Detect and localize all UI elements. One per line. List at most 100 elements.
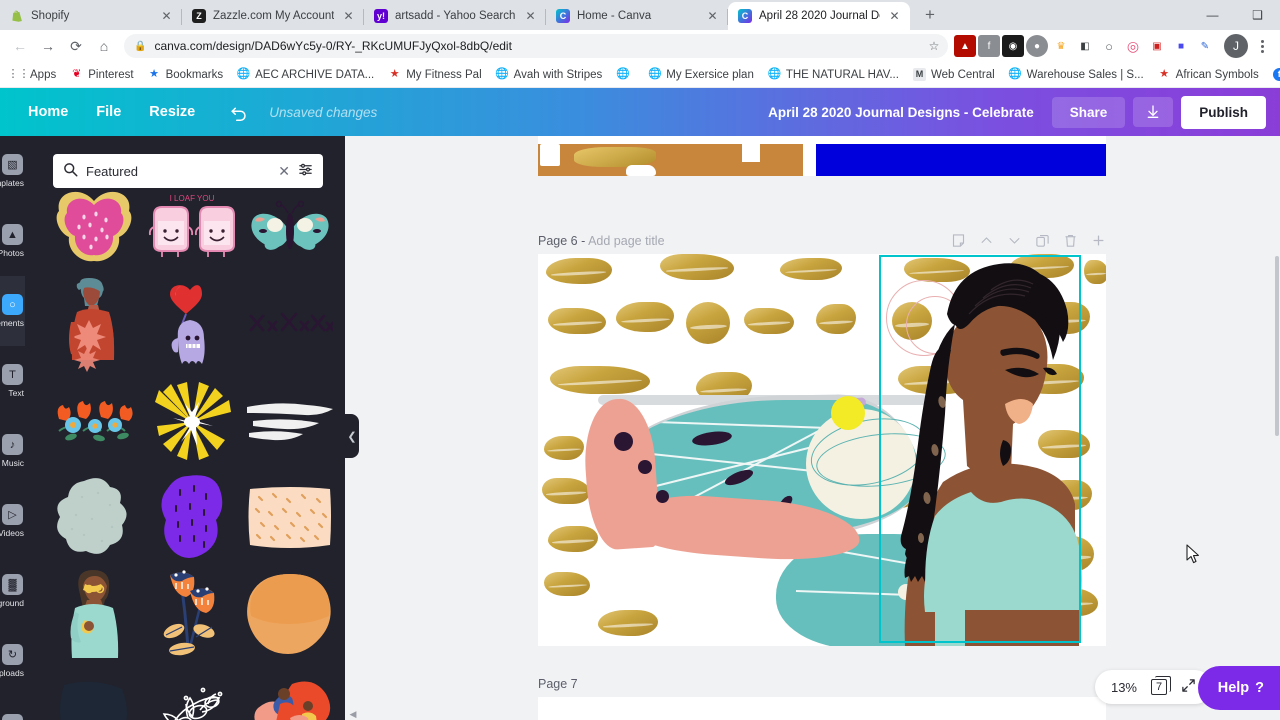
page-6-canvas[interactable] — [538, 254, 1106, 646]
browser-tab-0[interactable]: Shopify ✕ — [0, 2, 182, 30]
element-blue-texture-sticker[interactable] — [46, 662, 142, 720]
bookmark-pinterest[interactable]: ❦ Pinterest — [64, 66, 139, 83]
help-button[interactable]: Help ? — [1197, 666, 1280, 710]
element-gold-heart-sticker[interactable] — [46, 182, 142, 276]
bookmark-warehouse-sales[interactable]: 🌐 Warehouse Sales | S... — [1003, 66, 1150, 83]
canvas-scroll-left-arrow[interactable]: ◀ — [345, 708, 361, 720]
close-tab-icon[interactable]: ✕ — [341, 9, 356, 24]
bookmark-african-symbols[interactable]: ★ African Symbols — [1152, 66, 1265, 83]
honey-extension-icon[interactable]: ♛ — [1050, 35, 1072, 57]
gold-stroke[interactable] — [816, 304, 856, 334]
download-icon[interactable] — [1133, 97, 1174, 127]
move-down-icon[interactable] — [1007, 233, 1022, 250]
duplicate-page-icon[interactable] — [1035, 233, 1050, 250]
maximize-button[interactable]: ❑ — [1235, 0, 1280, 30]
element-woman-floral-dress-sticker[interactable] — [46, 278, 142, 372]
new-tab-button[interactable]: + — [916, 1, 944, 29]
close-tab-icon[interactable]: ✕ — [705, 9, 720, 24]
account-extension-icon[interactable]: ● — [1026, 35, 1048, 57]
canvas-scrollbar[interactable] — [1274, 136, 1280, 720]
element-white-brush-strokes-sticker[interactable] — [242, 374, 338, 468]
gold-stroke[interactable] — [548, 308, 606, 334]
gold-stroke[interactable] — [1084, 260, 1106, 284]
element-teal-moth-sticker[interactable] — [242, 182, 338, 276]
browser-tab-2[interactable]: y! artsadd - Yahoo Search Results ✕ — [364, 2, 546, 30]
home-menu-button[interactable]: Home — [14, 98, 82, 126]
bookmark-unnamed[interactable]: 🌐 — [610, 66, 640, 83]
sidebar-item-photos[interactable]: ▲ Photos — [0, 206, 25, 276]
browser-tab-3[interactable]: C Home - Canva ✕ — [546, 2, 728, 30]
bookmark-the-natural-hav[interactable]: 🌐 THE NATURAL HAV... — [762, 66, 905, 83]
element-peach-confetti-square-sticker[interactable] — [242, 470, 338, 564]
gold-stroke[interactable] — [780, 258, 842, 280]
shield-extension-icon[interactable]: ▣ — [1146, 35, 1168, 57]
bookmark-web-central[interactable]: M Web Central — [907, 66, 1001, 83]
gold-stroke[interactable] — [546, 258, 612, 284]
move-up-icon[interactable] — [979, 233, 994, 250]
element-x-marks-pattern-sticker[interactable] — [242, 278, 338, 372]
element-ghost-balloon-sticker[interactable] — [144, 278, 240, 372]
adobe-acrobat-extension-icon[interactable]: ▲ — [954, 35, 976, 57]
camera-extension-icon[interactable]: ◉ — [1002, 35, 1024, 57]
sidebar-item-templates[interactable]: ▧ Templates — [0, 136, 25, 206]
gold-stroke[interactable] — [548, 526, 598, 552]
forward-button[interactable]: → — [34, 32, 62, 60]
resize-menu-button[interactable]: Resize — [135, 98, 209, 126]
canva-canvas-area[interactable]: Page 6 - Add page title Page 7 — [345, 136, 1280, 720]
fullscreen-icon[interactable] — [1181, 678, 1196, 696]
gold-stroke[interactable] — [550, 366, 650, 394]
bookmark-my-fitness-pal[interactable]: ★ My Fitness Pal — [382, 66, 487, 83]
gold-stroke[interactable] — [598, 610, 658, 636]
gold-stroke[interactable] — [544, 436, 584, 460]
sidebar-item-uploads[interactable]: ↻ Uploads — [0, 626, 25, 696]
selection-bounding-box[interactable] — [879, 255, 1081, 643]
elements-search-bar[interactable]: Featured ✕ — [53, 154, 323, 188]
gold-stroke[interactable] — [616, 302, 674, 332]
sidebar-item-folders[interactable]: ▢ Folders — [0, 696, 25, 720]
home-button[interactable]: ⌂ — [90, 32, 118, 60]
sidebar-item-music[interactable]: ♪ Music — [0, 416, 25, 486]
element-yellow-burst-sticker[interactable] — [144, 374, 240, 468]
gold-stroke[interactable] — [744, 308, 794, 334]
browser-tab-4-active[interactable]: C April 28 2020 Journal Designs - C ✕ — [728, 2, 910, 30]
collapse-panel-button[interactable]: ❮ — [345, 414, 359, 458]
gold-stroke[interactable] — [660, 254, 734, 280]
delete-page-icon[interactable] — [1063, 233, 1078, 250]
filter-sliders-icon[interactable] — [298, 162, 313, 180]
page-title-placeholder[interactable]: Add page title — [588, 234, 664, 248]
add-note-icon[interactable] — [951, 233, 966, 250]
add-page-icon[interactable] — [1091, 233, 1106, 250]
element-orange-tulips-sticker[interactable] — [144, 566, 240, 660]
circle-extension-icon[interactable]: ○ — [1098, 35, 1120, 57]
browser-menu-button[interactable] — [1250, 39, 1274, 53]
zoom-percent[interactable]: 13% — [1111, 680, 1137, 695]
grammarly-extension-icon[interactable]: ◎ — [1122, 35, 1144, 57]
bookmark-aec-archive[interactable]: 🌐 AEC ARCHIVE DATA... — [231, 66, 380, 83]
close-tab-icon[interactable]: ✕ — [523, 9, 538, 24]
page-5-thumbnail[interactable] — [538, 136, 1106, 176]
undo-arrow-icon[interactable] — [217, 99, 261, 125]
notes-extension-icon[interactable]: ◧ — [1074, 35, 1096, 57]
gold-stroke[interactable] — [544, 572, 590, 596]
element-person-green-shirt-sticker[interactable] — [46, 566, 142, 660]
bookmark-star-icon[interactable]: ☆ — [924, 36, 944, 56]
element-grey-blob-texture-sticker[interactable] — [46, 470, 142, 564]
bookmark-avah-with-stripes[interactable]: 🌐 Avah with Stripes — [490, 66, 609, 83]
address-bar[interactable]: 🔒 canva.com/design/DAD6wYc5y-0/RY-_RKcUM… — [124, 34, 948, 58]
search-input[interactable]: Featured — [86, 164, 270, 179]
close-tab-icon[interactable]: ✕ — [159, 9, 174, 24]
element-orange-peach-shape-sticker[interactable] — [242, 566, 338, 660]
close-tab-icon[interactable]: ✕ — [887, 9, 902, 24]
file-menu-button[interactable]: File — [82, 98, 135, 126]
yellow-circle-element[interactable] — [831, 396, 865, 430]
sidebar-item-videos[interactable]: ▷ Videos — [0, 486, 25, 556]
element-i-loaf-you-toast-sticker[interactable]: I LOAF YOU — [144, 182, 240, 276]
gold-stroke[interactable] — [686, 302, 730, 344]
bookmark-bookmarks[interactable]: ★ Bookmarks — [142, 66, 230, 83]
pen-extension-icon[interactable]: ✎ — [1194, 35, 1216, 57]
sidebar-item-elements[interactable]: ○ Elements — [0, 276, 25, 346]
screen-extension-icon[interactable]: ■ — [1170, 35, 1192, 57]
page-7-canvas[interactable] — [538, 697, 1106, 720]
facebook-extension-icon[interactable]: f — [978, 35, 1000, 57]
share-button[interactable]: Share — [1051, 96, 1126, 128]
